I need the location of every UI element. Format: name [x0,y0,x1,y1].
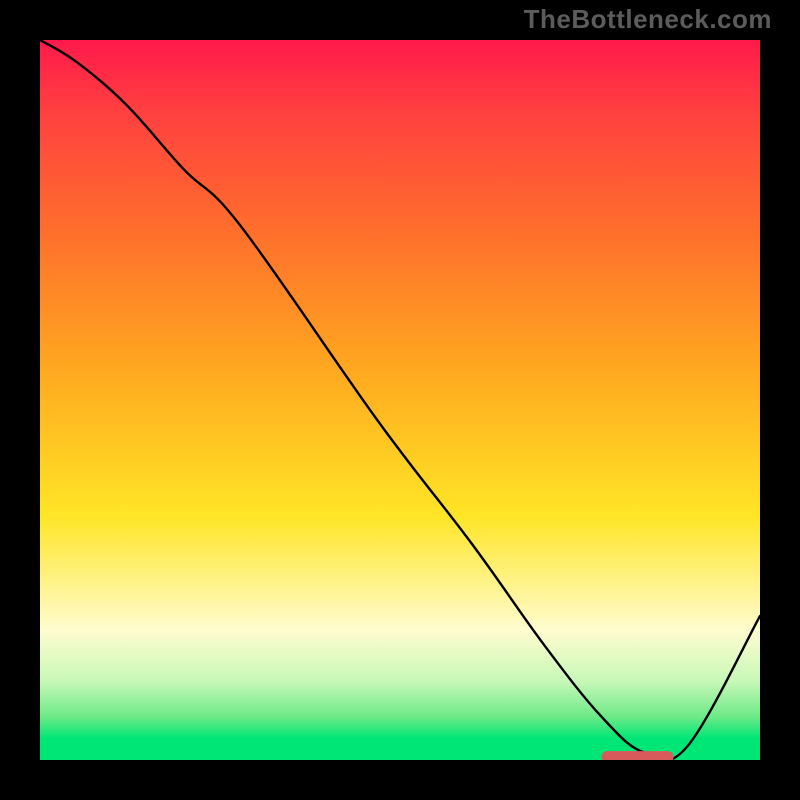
plot-area [40,40,760,760]
watermark-text: TheBottleneck.com [524,4,772,35]
bottleneck-curve [40,40,760,760]
optimal-range-marker [602,751,674,760]
chart-frame: TheBottleneck.com [0,0,800,800]
chart-overlay [40,40,760,760]
